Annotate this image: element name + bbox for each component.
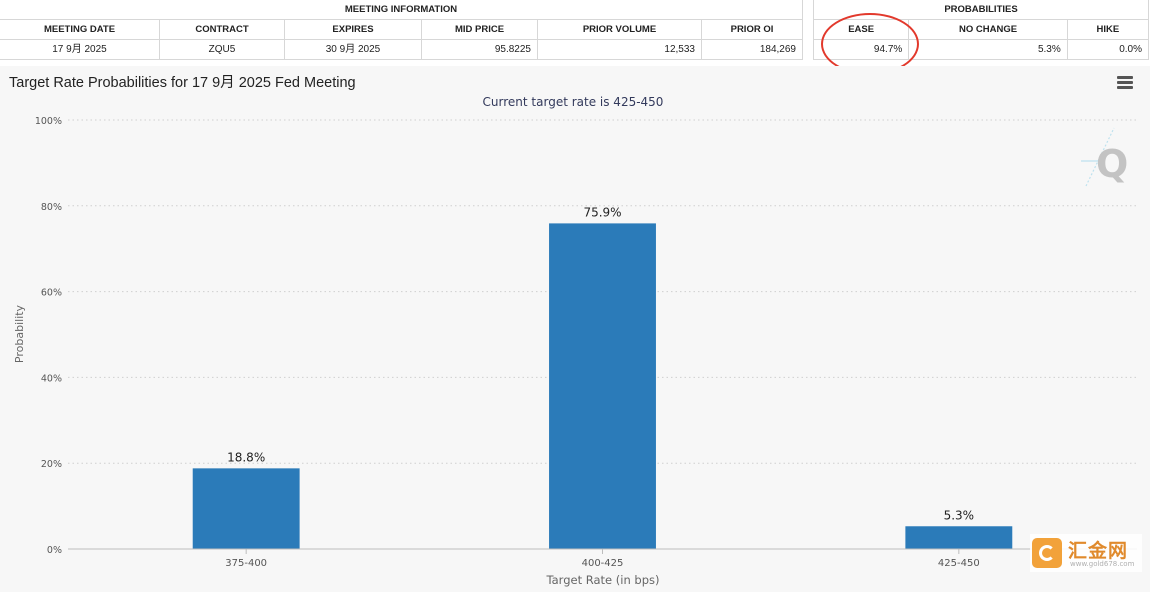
prior-volume-value: 12,533 (537, 39, 702, 60)
col-prior-volume: PRIOR VOLUME (537, 19, 702, 40)
chart-panel: Target Rate Probabilities for 17 9月 2025… (0, 66, 1150, 592)
probabilities-table: PROBABILITIES EASE NO CHANGE HIKE 94.7% … (812, 0, 1150, 60)
col-expires: EXPIRES (284, 19, 422, 40)
x-axis-label: Target Rate (in bps) (546, 573, 660, 587)
y-tick-label: 20% (41, 459, 62, 470)
col-meeting-date: MEETING DATE (0, 19, 160, 40)
data-label: 75.9% (583, 205, 621, 219)
y-tick-label: 100% (35, 116, 62, 127)
bar-375-400[interactable] (192, 468, 300, 549)
data-label: 5.3% (944, 508, 975, 522)
y-tick-label: 60% (41, 288, 62, 299)
meeting-info-header: MEETING INFORMATION (0, 0, 803, 20)
y-tick-label: 40% (41, 373, 62, 384)
col-hike: HIKE (1066, 19, 1150, 40)
prior-oi-value: 184,269 (701, 39, 803, 60)
svg-text:Q: Q (1096, 142, 1128, 186)
bar-425-450[interactable] (905, 526, 1013, 549)
col-prior-oi: PRIOR OI (701, 19, 803, 40)
x-tick-label: 375-400 (225, 558, 267, 569)
mid-price-value: 95.8225 (421, 39, 538, 60)
bar-400-425[interactable] (549, 223, 656, 549)
col-contract: CONTRACT (159, 19, 285, 40)
contract-value: ZQU5 (159, 39, 285, 60)
x-tick-label: 400-425 (582, 558, 624, 569)
ease-value: 94.7% (812, 39, 910, 60)
gold678-logo-icon (1032, 538, 1062, 568)
gold678-watermark: 汇金网 www.gold678.com (1030, 534, 1142, 572)
no-change-value: 5.3% (908, 39, 1068, 60)
chart-subtitle: Current target rate is 425-450 (483, 95, 664, 109)
watermark-text: 汇金网 (1068, 540, 1129, 562)
x-axis-ticks: 375-400 400-425 425-450 (225, 549, 980, 569)
hike-value: 0.0% (1066, 39, 1150, 60)
y-tick-label: 0% (47, 545, 62, 556)
probabilities-header: PROBABILITIES (813, 0, 1149, 20)
y-axis-ticks: 0% 20% 40% 60% 80% 100% (35, 116, 62, 556)
x-tick-label: 425-450 (938, 558, 980, 569)
meeting-date-value: 17 9月 2025 (0, 39, 160, 60)
bars (192, 223, 1013, 549)
col-ease: EASE (812, 19, 910, 40)
meeting-information-table: MEETING INFORMATION MEETING DATE CONTRAC… (0, 0, 803, 60)
expires-value: 30 9月 2025 (284, 39, 422, 60)
col-no-change: NO CHANGE (908, 19, 1068, 40)
table-row: 17 9月 2025 ZQU5 30 9月 2025 95.8225 12,53… (0, 39, 803, 60)
q-logo-icon: Q (1081, 127, 1128, 187)
watermark-url: www.gold678.com (1070, 560, 1135, 568)
data-label: 18.8% (227, 450, 265, 464)
y-tick-label: 80% (41, 202, 62, 213)
table-row: 94.7% 5.3% 0.0% (812, 39, 1150, 60)
col-mid-price: MID PRICE (421, 19, 538, 40)
bar-chart: 0% 20% 40% 60% 80% 100% 18.8% 75.9% 5.3% 375-40… (13, 95, 1137, 587)
y-axis-label: Probability (13, 304, 26, 363)
